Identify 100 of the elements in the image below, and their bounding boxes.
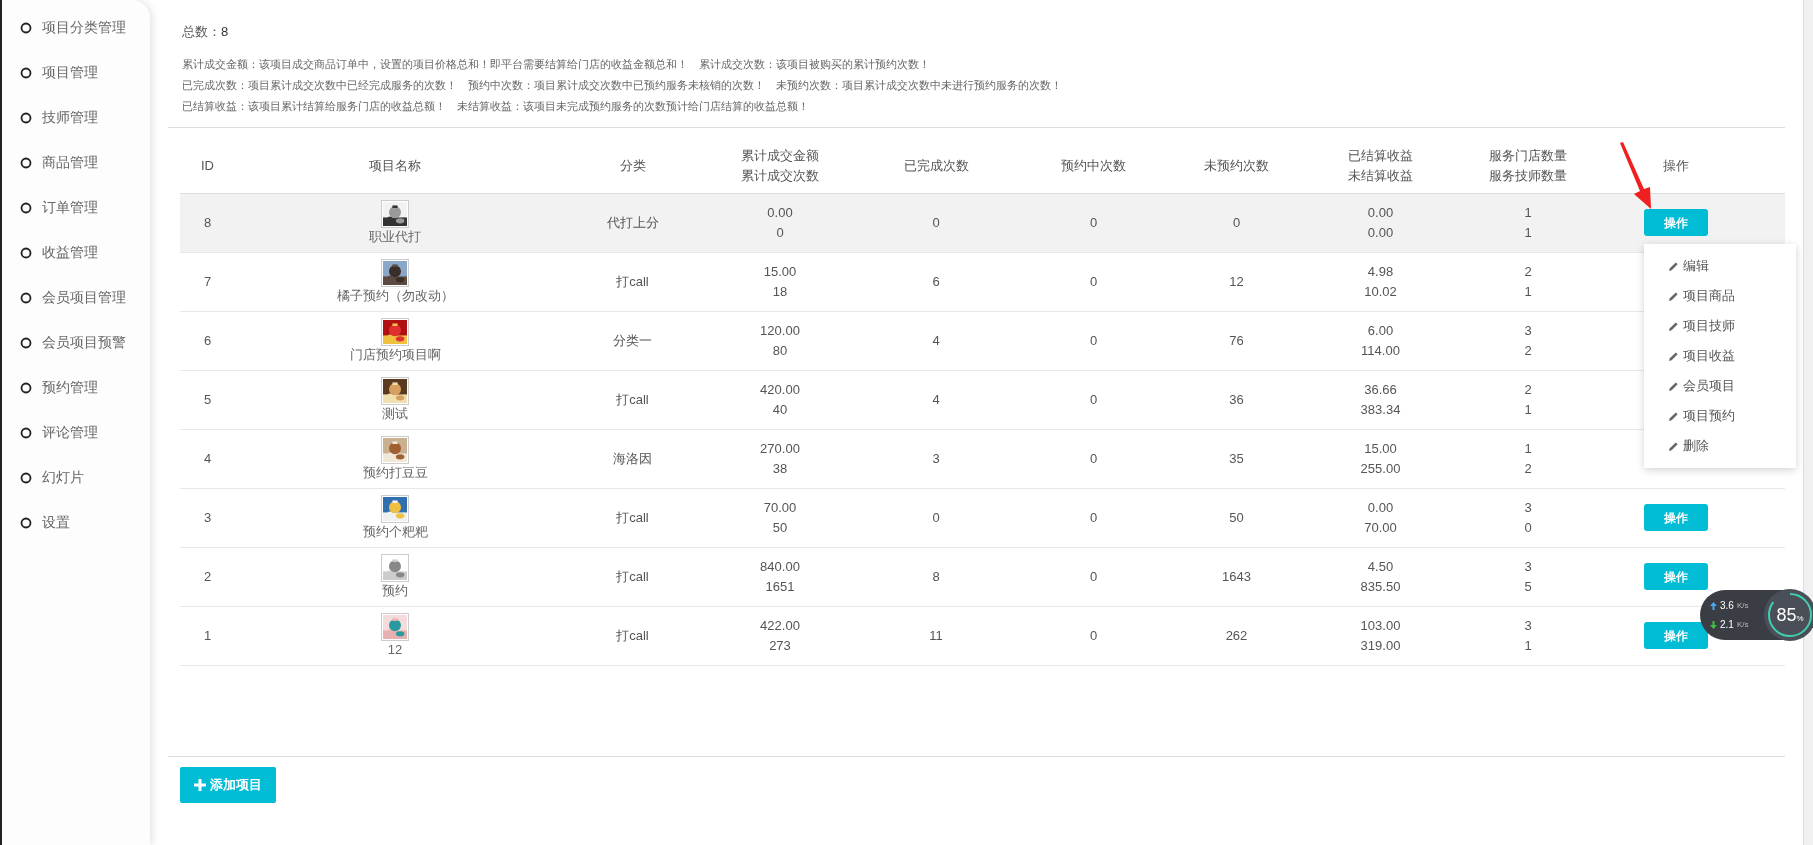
description-text: 已完成次数：项目累计成交次数中已经完成服务的次数！ 预约中次数：项目累计成交次数中已预约服务未核销的次数！ 未预约次数：项目累计成交次数中未进行预约服务的次数！: [182, 77, 1063, 93]
table-cell-text: 打call: [616, 272, 649, 291]
table-cell-text: 0.00: [1367, 498, 1394, 517]
sidebar-item[interactable]: 技师管理: [2, 95, 150, 140]
table-cell-text: 114.00: [1361, 341, 1400, 360]
table-cell-text: 打call: [616, 626, 649, 645]
table-cell-text: 0: [776, 223, 784, 242]
table-cell-text: 1643: [1222, 567, 1251, 586]
table-cell-text: 0: [1089, 272, 1098, 291]
circle-icon: [20, 471, 32, 484]
column-header: 服务技师数量: [1489, 167, 1567, 185]
column-header: ID: [201, 157, 214, 175]
sidebar-item[interactable]: 收益管理: [2, 230, 150, 275]
table-cell-text: 6.00: [1367, 321, 1394, 340]
table-cell-text: 0.00: [1367, 203, 1394, 222]
table-cell-text: 4: [932, 331, 940, 350]
plus-icon: [194, 778, 206, 791]
menu-item[interactable]: 删除: [1643, 431, 1796, 461]
table-cell-text: 4: [203, 449, 212, 468]
table-cell-text: 70.00: [763, 498, 797, 517]
table-cell-text: 8: [203, 213, 212, 232]
arrow-drawing: [1617, 141, 1654, 211]
column-header: 累计成交金额: [741, 147, 819, 165]
table-cell-text: 1651: [765, 577, 795, 596]
table-cell-text: 840.00: [760, 557, 800, 576]
column-header: 分类: [619, 157, 646, 175]
table-cell-text: 2: [1524, 459, 1532, 478]
menu-item[interactable]: 编辑: [1643, 251, 1796, 281]
table-cell-text: 2: [203, 567, 212, 586]
table-cell-text: 103.00: [1360, 616, 1401, 635]
sidebar-item[interactable]: 项目管理: [2, 50, 150, 95]
table-cell: 预约打豆豆: [362, 463, 428, 482]
table-cell-text: 38: [772, 459, 788, 478]
table-cell-text: 0: [932, 213, 940, 232]
table-cell-text: 0: [1089, 449, 1098, 468]
circle-icon: [20, 516, 32, 529]
table-cell-text: 0: [1524, 518, 1532, 537]
table-cell-text: 15.00: [763, 262, 797, 281]
table-cell-text: 3: [932, 449, 940, 468]
table-cell-text: 5: [1524, 577, 1532, 596]
sidebar-item[interactable]: 项目分类管理: [2, 5, 150, 50]
table-cell: 12: [387, 640, 403, 659]
sidebar-item[interactable]: 商品管理: [2, 140, 150, 185]
table-cell-text: 6: [203, 331, 212, 350]
pencil-icon: [1667, 410, 1679, 422]
column-header: 项目名称: [369, 157, 421, 175]
sidebar-item[interactable]: 预约管理: [2, 365, 150, 410]
sidebar-item[interactable]: 设置: [2, 500, 150, 545]
table-cell-text: 3: [1524, 616, 1532, 635]
table-cell-text: 50: [772, 518, 788, 537]
table-cell-text: 0: [1089, 213, 1098, 232]
table-cell-text: 分类一: [613, 331, 652, 350]
pencil-icon: [1667, 260, 1679, 272]
table-cell: 测试: [382, 404, 408, 423]
sidebar-item[interactable]: 幻灯片: [2, 455, 150, 500]
table-cell-text: 0: [1089, 626, 1098, 645]
upload-speed: 3.6: [1720, 599, 1734, 613]
table-cell-text: 12: [1229, 272, 1244, 291]
table-cell-text: 1: [1524, 203, 1532, 222]
table-cell: 职业代打: [369, 227, 421, 246]
sidebar-item[interactable]: 会员项目预警: [2, 320, 150, 365]
table-cell-text: 打call: [616, 390, 649, 409]
column-header: 累计成交次数: [741, 167, 819, 185]
description-text: 累计成交金额：该项目成交商品订单中，设置的项目价格总和！即平台需要结算给门店的收益金额总和！ 累计成交次数：该项目被购买的累计预约次数！: [182, 56, 931, 72]
sidebar-item[interactable]: 评论管理: [2, 410, 150, 455]
table-cell-text: 4: [932, 390, 940, 409]
table-cell-text: 8: [932, 567, 940, 586]
table-cell-text: 420.00: [760, 380, 800, 399]
menu-item[interactable]: 项目收益: [1643, 341, 1796, 371]
table-cell-text: 代打上分: [606, 213, 659, 232]
menu-item[interactable]: 项目技师: [1643, 311, 1796, 341]
sidebar-item[interactable]: 订单管理: [2, 185, 150, 230]
table-cell: 门店预约项目啊: [349, 345, 441, 364]
column-header: 未结算收益: [1348, 167, 1413, 185]
circle-icon: [20, 381, 32, 394]
circle-icon: [20, 111, 32, 124]
table-cell-text: 40: [772, 400, 788, 419]
table-cell-text: 海洛因: [613, 449, 652, 468]
table-cell-text: 1: [1524, 400, 1532, 419]
menu-item[interactable]: 项目商品: [1643, 281, 1796, 311]
table-cell-text: 0.00: [767, 203, 793, 222]
table-cell: 预约: [382, 581, 408, 600]
circle-icon: [20, 21, 32, 34]
menu-item[interactable]: 会员项目: [1643, 371, 1796, 401]
pencil-icon: [1667, 440, 1679, 452]
table-cell-text: 50: [1229, 508, 1244, 527]
circle-icon: [20, 336, 32, 349]
table-cell-text: 11: [929, 626, 943, 645]
column-header: 未预约次数: [1204, 157, 1269, 175]
column-header: 已结算收益: [1348, 147, 1413, 165]
percent-sign: %: [1796, 614, 1804, 625]
circle-icon: [20, 291, 32, 304]
menu-item[interactable]: 项目预约: [1643, 401, 1796, 431]
down-arrow-icon: [1710, 620, 1717, 629]
table-cell-text: 0.00: [1367, 223, 1394, 242]
table-cell-text: 262: [1225, 626, 1248, 645]
sidebar-item[interactable]: 会员项目管理: [2, 275, 150, 320]
table-cell-text: 36: [1229, 390, 1244, 409]
column-header: 预约中次数: [1061, 157, 1126, 175]
table-cell-text: 3: [1524, 498, 1532, 517]
